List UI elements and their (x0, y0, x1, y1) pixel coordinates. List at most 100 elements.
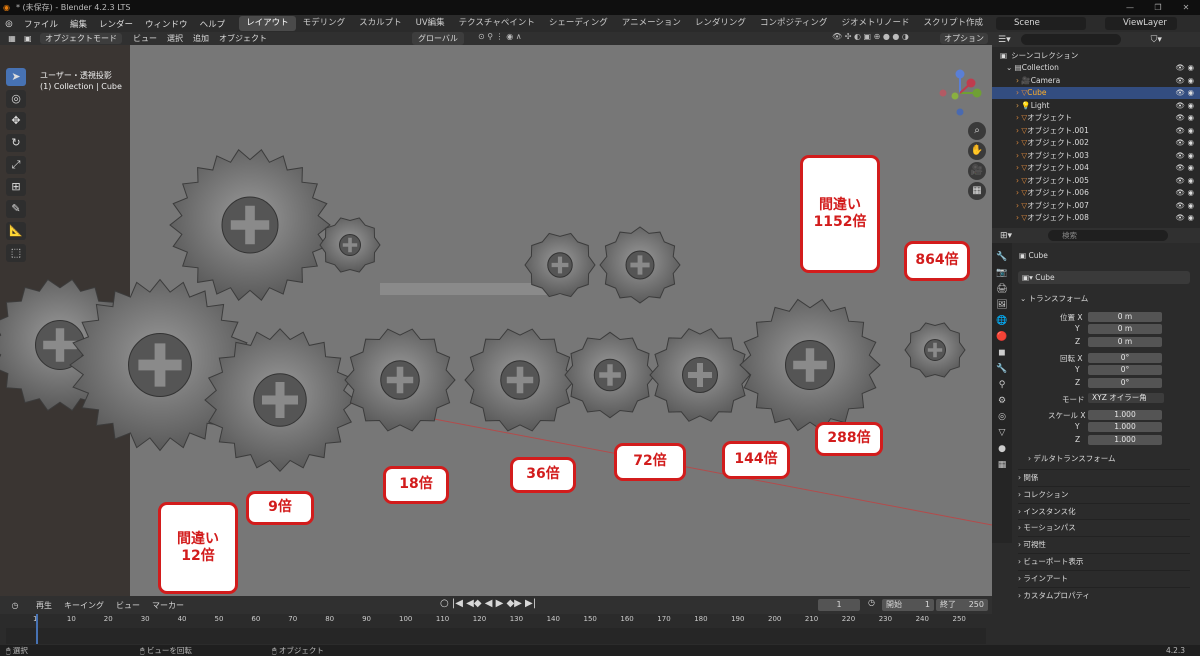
menu-view[interactable]: ビュー (128, 33, 162, 44)
visibility-icon[interactable]: 👁 ◉ (1176, 138, 1194, 147)
tab-animation[interactable]: アニメーション (615, 16, 688, 31)
navigation-gizmo[interactable] (935, 68, 985, 118)
visibility-icon[interactable]: 👁 ◉ (1176, 76, 1194, 85)
properties-tab-icons[interactable]: 🔧 📷 🖨 🖼 🌐 🔴 ◼ 🔧 ⚲ ⚙ ◎ ▽ ● ▦ (992, 243, 1012, 473)
timeline-ruler[interactable]: 1102030405060708090100110120130140150160… (0, 614, 992, 626)
outliner-row[interactable]: › ▽ オブジェクト.007 👁 ◉ (992, 199, 1200, 212)
scale-x-field[interactable]: 1.000 (1088, 410, 1162, 420)
rotation-z-field[interactable]: 0° (1088, 378, 1162, 388)
close-button[interactable]: ✕ (1172, 0, 1200, 15)
outliner-editor-icon[interactable]: ☰▾ (998, 35, 1011, 45)
tab-uv[interactable]: UV編集 (409, 16, 452, 31)
properties-panel-item[interactable]: › インスタンス化 (1018, 502, 1190, 518)
menu-render[interactable]: レンダー (93, 18, 139, 30)
menu-select[interactable]: 選択 (162, 33, 188, 44)
measure-tool-icon[interactable]: 📐 (6, 222, 26, 240)
tab-shading[interactable]: シェーディング (542, 16, 615, 31)
tab-sculpt[interactable]: スカルプト (352, 16, 409, 31)
scene-selector[interactable]: Scene (996, 17, 1086, 30)
properties-panel-item[interactable]: › 可視性 (1018, 536, 1190, 551)
scene-collection-row[interactable]: ▣ シーンコレクション (992, 49, 1200, 62)
viewlayer-selector[interactable]: ViewLayer (1105, 17, 1177, 30)
properties-panel-item[interactable]: › コレクション (1018, 485, 1190, 501)
menu-playback[interactable]: 再生 (30, 600, 58, 611)
outliner-row[interactable]: ⌄ ▤ Collection 👁 ◉ (992, 62, 1200, 75)
outliner-row[interactable]: › ▽ Cube 👁 ◉ (992, 86, 1200, 99)
scale-y-field[interactable]: 1.000 (1088, 422, 1162, 432)
select-mode-icon[interactable]: ▣ (24, 34, 40, 43)
visibility-icon[interactable]: 👁 ◉ (1176, 188, 1194, 197)
menu-edit[interactable]: 編集 (64, 18, 93, 30)
outliner-row[interactable]: › ▽ オブジェクト.005 👁 ◉ (992, 174, 1200, 187)
transform-tool-icon[interactable]: ⊞ (6, 178, 26, 196)
transform-panel-header[interactable]: ⌄ トランスフォーム (1020, 293, 1088, 304)
camera-view-icon[interactable]: 🎥 (968, 162, 986, 180)
pivot-icon[interactable]: ⊙ ⚲ ⋮ ◉ ∧ (478, 32, 522, 41)
end-frame-field[interactable]: 終了 250 (936, 599, 988, 611)
overlay-icons[interactable]: 👁 ✣ ◐ ▣ ⊕ ● ● ◑ (832, 32, 909, 41)
menu-file[interactable]: ファイル (18, 18, 64, 30)
pan-hand-icon[interactable]: ✋ (968, 142, 986, 160)
timeline-track[interactable] (6, 628, 986, 644)
options-dropdown[interactable]: オプション (940, 33, 988, 44)
scale-z-field[interactable]: 1.000 (1088, 435, 1162, 445)
menu-timeline-view[interactable]: ビュー (110, 600, 146, 611)
visibility-icon[interactable]: 👁 ◉ (1176, 163, 1194, 172)
select-tool-icon[interactable]: ➤ (6, 68, 26, 86)
outliner-row[interactable]: › ▽ オブジェクト 👁 ◉ (992, 112, 1200, 125)
properties-panel-item[interactable]: › モーションパス (1018, 519, 1190, 534)
menu-object[interactable]: オブジェクト (214, 33, 272, 44)
tab-compositing[interactable]: コンポジティング (753, 16, 835, 31)
tab-geometry-nodes[interactable]: ジオメトリノード (834, 16, 916, 31)
outliner-row[interactable]: › ▽ オブジェクト.008 👁 ◉ (992, 212, 1200, 225)
mode-dropdown[interactable]: オブジェクトモード (40, 33, 122, 44)
tab-layout[interactable]: レイアウト (239, 16, 296, 31)
visibility-icon[interactable]: 👁 ◉ (1176, 101, 1194, 110)
menu-marker[interactable]: マーカー (146, 600, 190, 611)
visibility-icon[interactable]: 👁 ◉ (1176, 201, 1194, 210)
rotation-y-field[interactable]: 0° (1088, 365, 1162, 375)
properties-panel-item[interactable]: › ビューポート表示 (1018, 553, 1190, 568)
cursor-tool-icon[interactable]: ◎ (6, 90, 26, 108)
move-tool-icon[interactable]: ✥ (6, 112, 26, 130)
tab-rendering[interactable]: レンダリング (688, 16, 753, 31)
menu-add[interactable]: 追加 (188, 33, 214, 44)
outliner-row[interactable]: › ▽ オブジェクト.002 👁 ◉ (992, 137, 1200, 150)
visibility-icon[interactable]: 👁 ◉ (1176, 113, 1194, 122)
properties-panel-item[interactable]: › カスタムプロパティ (1018, 586, 1190, 602)
tab-texture-paint[interactable]: テクスチャペイント (452, 16, 542, 31)
visibility-icon[interactable]: 👁 ◉ (1176, 176, 1194, 185)
outliner-row[interactable]: › ▽ オブジェクト.006 👁 ◉ (992, 187, 1200, 200)
visibility-icon[interactable]: 👁 ◉ (1176, 126, 1194, 135)
annotate-tool-icon[interactable]: ✎ (6, 200, 26, 218)
start-frame-field[interactable]: 開始 1 (882, 599, 934, 611)
tab-modeling[interactable]: モデリング (296, 16, 353, 31)
outliner-row[interactable]: › ▽ オブジェクト.003 👁 ◉ (992, 149, 1200, 162)
3d-viewport[interactable] (0, 45, 992, 596)
outliner-search[interactable] (1020, 34, 1121, 45)
location-y-field[interactable]: 0 m (1088, 324, 1162, 334)
editor-type-icon[interactable]: ▦ (0, 34, 24, 43)
playback-controls-icon[interactable]: ○ |◀ ◀◆ ◀ ▶ ◆▶ ▶| (440, 598, 536, 609)
delta-transform-panel[interactable]: › デルタトランスフォーム (1028, 453, 1116, 464)
rotation-mode-dropdown[interactable]: XYZ オイラー角 (1088, 393, 1164, 403)
properties-editor-icon[interactable]: ⊞▾ (1000, 231, 1012, 241)
blender-menu-icon[interactable]: ◎ (0, 19, 18, 29)
visibility-icon[interactable]: 👁 ◉ (1176, 63, 1194, 72)
outliner-row[interactable]: › 💡 Light 👁 ◉ (992, 99, 1200, 112)
minimize-button[interactable]: — (1116, 0, 1144, 15)
playhead[interactable] (36, 614, 38, 644)
location-z-field[interactable]: 0 m (1088, 337, 1162, 347)
menu-help[interactable]: ヘルプ (194, 18, 232, 30)
visibility-icon[interactable]: 👁 ◉ (1176, 88, 1194, 97)
add-cube-tool-icon[interactable]: ⬚ (6, 244, 26, 262)
zoom-icon[interactable]: ⌕ (968, 122, 986, 140)
menu-window[interactable]: ウィンドウ (139, 18, 194, 30)
menu-keying[interactable]: キーイング (58, 600, 110, 611)
visibility-icon[interactable]: 👁 ◉ (1176, 151, 1194, 160)
grid-view-icon[interactable]: ▦ (968, 182, 986, 200)
object-datablock-field[interactable]: ▣▾ Cube (1018, 271, 1190, 284)
visibility-icon[interactable]: 👁 ◉ (1176, 213, 1194, 222)
outliner-row[interactable]: › ▽ オブジェクト.004 👁 ◉ (992, 162, 1200, 175)
filter-icon[interactable]: ⛉▾ (1151, 35, 1162, 45)
